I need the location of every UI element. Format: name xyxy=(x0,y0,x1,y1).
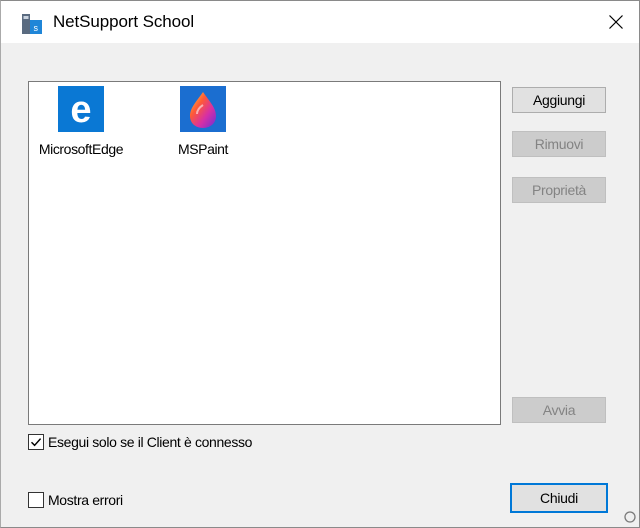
dialog-window: s NetSupport School e MicrosoftEdge MSPa… xyxy=(0,0,640,528)
add-button[interactable]: Aggiungi xyxy=(512,87,606,113)
microsoft-edge-icon: e xyxy=(58,86,104,132)
svg-text:s: s xyxy=(34,23,39,33)
close-button[interactable]: Chiudi xyxy=(510,483,608,513)
run-only-if-connected-checkbox[interactable] xyxy=(28,434,44,450)
show-errors-option[interactable]: Mostra errori xyxy=(28,492,123,508)
list-item-ms-paint[interactable]: MSPaint xyxy=(153,86,253,157)
run-only-if-connected-label: Esegui solo se il Client è connesso xyxy=(48,434,253,450)
list-item-microsoft-edge[interactable]: e MicrosoftEdge xyxy=(31,86,131,157)
run-button[interactable]: Avvia xyxy=(512,397,606,423)
application-list[interactable]: e MicrosoftEdge MSPaint xyxy=(28,81,501,425)
close-icon xyxy=(609,15,623,29)
list-item-label: MSPaint xyxy=(177,141,229,157)
resize-grip-icon[interactable] xyxy=(623,510,637,524)
svg-text:e: e xyxy=(70,89,91,131)
checkmark-icon xyxy=(31,438,42,447)
show-errors-checkbox[interactable] xyxy=(28,492,44,508)
netsupport-school-icon: s xyxy=(22,14,42,34)
properties-button[interactable]: Proprietà xyxy=(512,177,606,203)
run-only-if-connected-option[interactable]: Esegui solo se il Client è connesso xyxy=(28,434,252,450)
show-errors-label: Mostra errori xyxy=(48,492,123,508)
list-item-label: MicrosoftEdge xyxy=(38,141,124,157)
window-title: NetSupport School xyxy=(53,12,194,31)
remove-button[interactable]: Rimuovi xyxy=(512,131,606,157)
ms-paint-icon xyxy=(180,86,226,132)
close-window-button[interactable] xyxy=(593,1,639,43)
title-bar: s NetSupport School xyxy=(1,1,639,43)
